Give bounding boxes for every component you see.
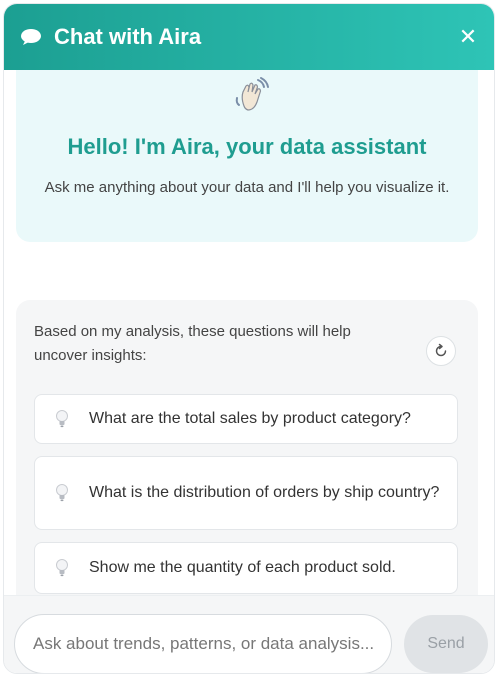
lightbulb-icon xyxy=(51,482,73,504)
suggestions-intro: Based on my analysis, these questions wi… xyxy=(34,323,351,364)
refresh-icon[interactable] xyxy=(426,336,456,366)
suggestion-text: Show me the quantity of each product sol… xyxy=(89,559,396,576)
suggestions-card: Based on my analysis, these questions wi… xyxy=(16,300,478,595)
welcome-card: Hello! I'm Aira, your data assistant Ask… xyxy=(16,70,478,242)
close-icon[interactable]: ✕ xyxy=(456,24,480,49)
message-input[interactable] xyxy=(14,614,392,673)
chat-title: Chat with Aira xyxy=(54,24,202,49)
lightbulb-icon xyxy=(51,557,73,579)
welcome-subtitle: Ask me anything about your data and I'll… xyxy=(44,179,450,196)
lightbulb-icon xyxy=(51,408,73,430)
suggestion-item[interactable]: What is the distribution of orders by sh… xyxy=(34,456,458,530)
suggestion-text: What are the total sales by product cate… xyxy=(89,410,411,427)
suggestion-text: What is the distribution of orders by sh… xyxy=(89,484,440,501)
send-button[interactable]: Send xyxy=(404,615,488,673)
suggestion-item[interactable]: What are the total sales by product cate… xyxy=(34,394,458,444)
chat-bubble-icon xyxy=(18,24,44,50)
composer: Send xyxy=(4,595,494,673)
welcome-greeting: Hello! I'm Aira, your data assistant xyxy=(67,134,427,159)
chat-header: Chat with Aira ✕ xyxy=(4,4,494,70)
chat-body: Hello! I'm Aira, your data assistant Ask… xyxy=(4,70,494,595)
suggestion-item[interactable]: Show me the quantity of each product sol… xyxy=(34,542,458,594)
chat-panel: Chat with Aira ✕ Hello! I'm Aira, your d… xyxy=(3,3,495,674)
waving-hand-icon xyxy=(234,76,270,114)
